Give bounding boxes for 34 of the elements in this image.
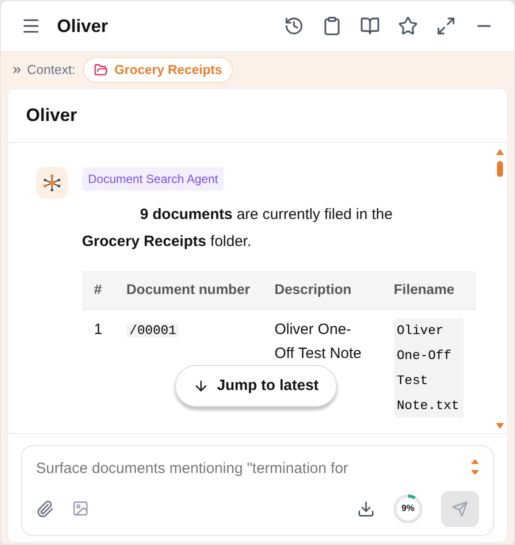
send-button[interactable] xyxy=(441,490,479,526)
expand-icon[interactable] xyxy=(436,16,456,36)
column-header: Document number xyxy=(114,271,262,309)
arrow-down-icon xyxy=(193,378,209,394)
folder-icon xyxy=(94,63,108,77)
table-cell: Oliver One-Off Test Note.txt xyxy=(394,318,464,418)
scroll-down-icon[interactable] xyxy=(496,423,504,429)
table-cell: /00001 xyxy=(126,323,180,338)
chevrons-icon[interactable] xyxy=(11,64,23,76)
chat-title: Oliver xyxy=(26,104,78,127)
column-header: Filename xyxy=(382,271,476,309)
message-input[interactable]: Surface documents mentioning "termination for xyxy=(36,458,471,480)
message-text: 9 documents are currently filed in the Grocery Receipts folder. xyxy=(82,205,394,252)
table-cell-text: 1 xyxy=(94,320,102,340)
column-header: # xyxy=(82,271,114,309)
jump-to-latest-button[interactable]: Jump to latest xyxy=(175,365,337,407)
agent-badge: Document Search Agent xyxy=(82,167,224,191)
star-icon[interactable] xyxy=(398,16,418,36)
resize-arrows-icon[interactable] xyxy=(471,458,479,476)
book-icon[interactable] xyxy=(360,16,380,36)
send-icon xyxy=(452,500,468,516)
scroll-thumb[interactable] xyxy=(497,161,503,177)
scroll-up-icon[interactable] xyxy=(496,149,504,155)
table-cell-text: Oliver One-Off Test Note xyxy=(274,320,362,364)
context-label: Context: xyxy=(27,61,76,80)
download-icon[interactable] xyxy=(357,500,375,518)
image-icon[interactable] xyxy=(72,500,89,517)
app-title: Oliver xyxy=(57,14,110,38)
usage-reading: 9% xyxy=(401,502,414,515)
history-icon[interactable] xyxy=(284,16,304,36)
network-icon xyxy=(43,174,61,192)
column-header: Description xyxy=(262,271,382,309)
attach-icon[interactable] xyxy=(36,500,54,518)
clipboard-icon[interactable] xyxy=(322,16,342,36)
